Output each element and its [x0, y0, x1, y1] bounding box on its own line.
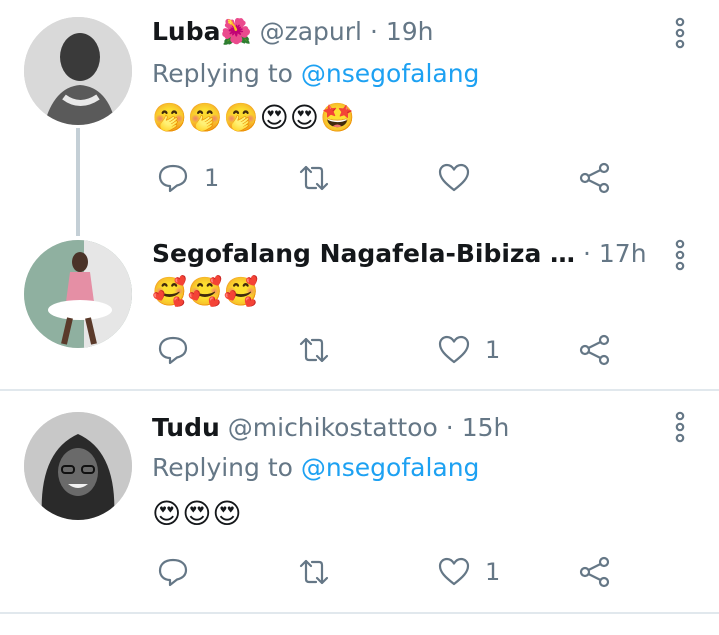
tweet-text: 🥰🥰🥰 — [152, 275, 260, 308]
timestamp[interactable]: 17h — [599, 239, 647, 268]
like-button[interactable]: 1 — [437, 552, 500, 592]
tweet-header: Tudu @michikostattoo · 15h — [152, 412, 659, 444]
tweet-3[interactable]: Tudu @michikostattoo · 15h Replying to @… — [0, 392, 719, 612]
reply-icon — [158, 164, 188, 193]
more-vertical-icon[interactable] — [668, 236, 692, 276]
tweet-1[interactable]: Luba🌺 @zapurl · 19h Replying to @nsegofa… — [0, 0, 719, 236]
retweet-icon — [299, 165, 329, 191]
more-vertical-icon[interactable] — [668, 408, 692, 448]
retweet-icon — [299, 337, 329, 363]
heart-icon — [438, 335, 470, 364]
username-handle[interactable]: @zapurl — [260, 17, 362, 46]
avatar[interactable] — [24, 240, 132, 348]
share-button[interactable] — [578, 552, 612, 592]
retweet-icon — [299, 559, 329, 585]
reply-icon — [158, 558, 188, 587]
timestamp[interactable]: 15h — [462, 413, 510, 442]
tweet-header: Luba🌺 @zapurl · 19h — [152, 16, 659, 48]
display-name[interactable]: Tudu — [152, 413, 220, 442]
tweet-header: Segofalang Nagafela-Bibiza … · 17h — [152, 238, 659, 270]
more-vertical-icon[interactable] — [668, 14, 692, 54]
tweet-text: 🤭🤭🤭😍😍🤩 — [152, 101, 356, 134]
mention-link[interactable]: @nsegofalang — [301, 59, 480, 88]
tweet-2[interactable]: Segofalang Nagafela-Bibiza … · 17h 🥰🥰🥰 1 — [0, 222, 719, 388]
reply-icon — [158, 336, 188, 365]
share-button[interactable] — [578, 158, 612, 198]
separator-dot: · — [369, 17, 378, 46]
share-button[interactable] — [578, 330, 612, 370]
heart-icon — [438, 557, 470, 586]
like-button[interactable]: 1 — [437, 330, 500, 370]
like-count: 1 — [485, 336, 501, 364]
share-icon — [579, 162, 610, 194]
replying-to: Replying to @nsegofalang — [152, 452, 479, 484]
username-handle[interactable]: @michikostattoo — [228, 413, 438, 442]
avatar[interactable] — [24, 17, 132, 125]
share-icon — [579, 334, 610, 366]
retweet-button[interactable] — [297, 552, 345, 592]
thread-line — [76, 128, 80, 236]
divider — [0, 389, 719, 391]
action-bar: 1 — [150, 552, 630, 592]
retweet-button[interactable] — [297, 158, 345, 198]
divider — [0, 612, 719, 614]
action-bar: 1 — [150, 158, 630, 198]
separator-dot: · — [583, 239, 591, 268]
reply-button[interactable] — [156, 330, 204, 370]
name-emoji: 🌺 — [220, 17, 252, 46]
replying-to: Replying to @nsegofalang — [152, 58, 479, 90]
like-button[interactable] — [437, 158, 485, 198]
separator-dot: · — [445, 413, 454, 442]
reply-button[interactable]: 1 — [156, 158, 219, 198]
share-icon — [579, 556, 610, 588]
reply-button[interactable] — [156, 552, 204, 592]
replying-to-prefix: Replying to — [152, 59, 293, 88]
like-count: 1 — [485, 558, 501, 586]
heart-icon — [438, 163, 470, 192]
action-bar: 1 — [150, 330, 630, 370]
display-name[interactable]: Segofalang Nagafela-Bibiza … — [152, 239, 575, 268]
avatar[interactable] — [24, 412, 132, 520]
display-name[interactable]: Luba — [152, 17, 221, 46]
mention-link[interactable]: @nsegofalang — [301, 453, 480, 482]
tweet-text: 😍😍😍 — [152, 497, 243, 530]
replying-to-prefix: Replying to — [152, 453, 293, 482]
retweet-button[interactable] — [297, 330, 345, 370]
reply-count: 1 — [204, 164, 220, 192]
timestamp[interactable]: 19h — [386, 17, 434, 46]
